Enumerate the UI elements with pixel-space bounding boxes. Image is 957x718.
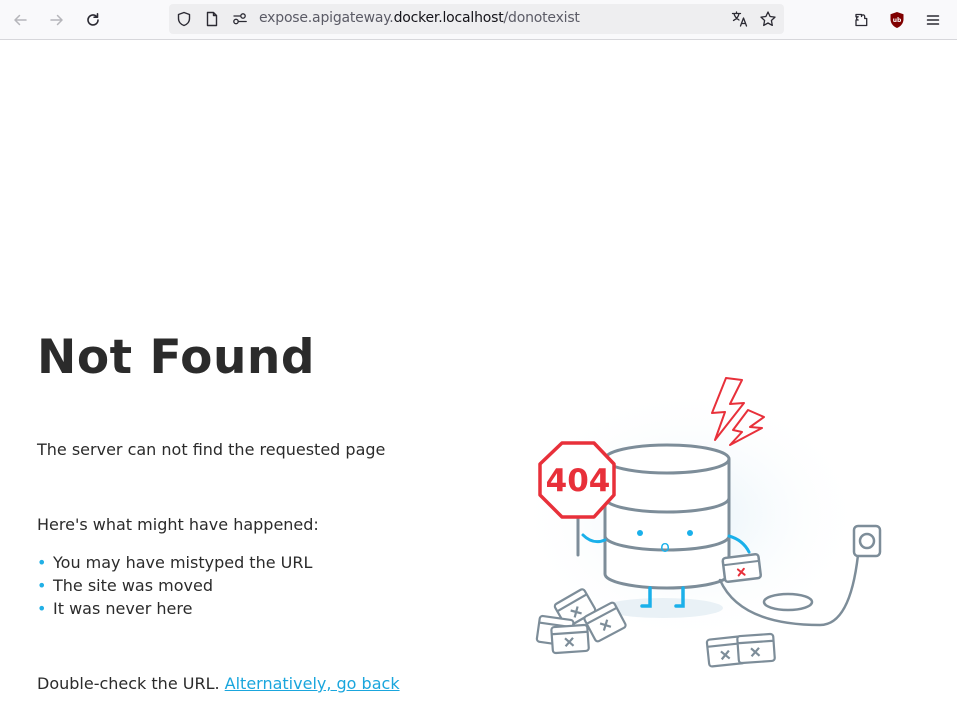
bullet-icon: • (37, 553, 47, 572)
power-outlet-icon (852, 524, 882, 558)
shield-icon[interactable] (175, 10, 193, 28)
footer-line: Double-check the URL. Alternatively, go … (37, 674, 400, 693)
permissions-icon[interactable] (231, 10, 249, 28)
not-found-illustration: o 404 (520, 377, 882, 668)
bullet-icon: • (37, 599, 47, 618)
back-arrow-icon[interactable] (8, 8, 32, 32)
bookmark-star-icon[interactable] (759, 10, 777, 28)
database-icon (603, 443, 731, 590)
menu-icon[interactable] (921, 8, 945, 32)
go-back-link[interactable]: Alternatively, go back (225, 674, 400, 693)
stop-sign-icon: 404 (538, 441, 616, 519)
happened-heading: Here's what might have happened: (37, 515, 319, 534)
broken-windows-pair-icon (705, 632, 776, 668)
url-text[interactable]: expose.apigateway.docker.localhost/donot… (259, 10, 580, 26)
stop-sign-text: 404 (546, 463, 611, 499)
url-host: docker.localhost (393, 10, 504, 26)
list-item: • It was never here (37, 597, 312, 620)
broken-window-icon (721, 553, 762, 584)
reason-text: It was never here (53, 599, 193, 618)
url-path: /donotexist (503, 10, 580, 26)
page-icon[interactable] (203, 10, 221, 28)
address-bar[interactable]: expose.apigateway.docker.localhost/donot… (169, 4, 784, 34)
reason-text: The site was moved (53, 576, 213, 595)
translate-icon[interactable] (731, 10, 749, 28)
face-mouth: o (660, 537, 670, 556)
url-prefix: expose.apigateway. (259, 10, 394, 26)
extensions-icon[interactable] (849, 8, 873, 32)
reload-icon[interactable] (81, 8, 105, 32)
page-title: Not Found (37, 330, 316, 385)
list-item: • You may have mistyped the URL (37, 551, 312, 574)
reasons-list: • You may have mistyped the URL • The site… (37, 551, 312, 620)
list-item: • The site was moved (37, 574, 312, 597)
reason-text: You may have mistyped the URL (53, 553, 313, 572)
ublock-label: ub (893, 17, 902, 24)
ublock-icon[interactable]: ub (885, 8, 909, 32)
forward-arrow-icon[interactable] (45, 8, 69, 32)
page-subtitle: The server can not find the requested pa… (37, 440, 386, 459)
bullet-icon: • (37, 576, 47, 595)
footer-text: Double-check the URL. (37, 674, 225, 693)
browser-toolbar: expose.apigateway.docker.localhost/donot… (0, 0, 957, 40)
